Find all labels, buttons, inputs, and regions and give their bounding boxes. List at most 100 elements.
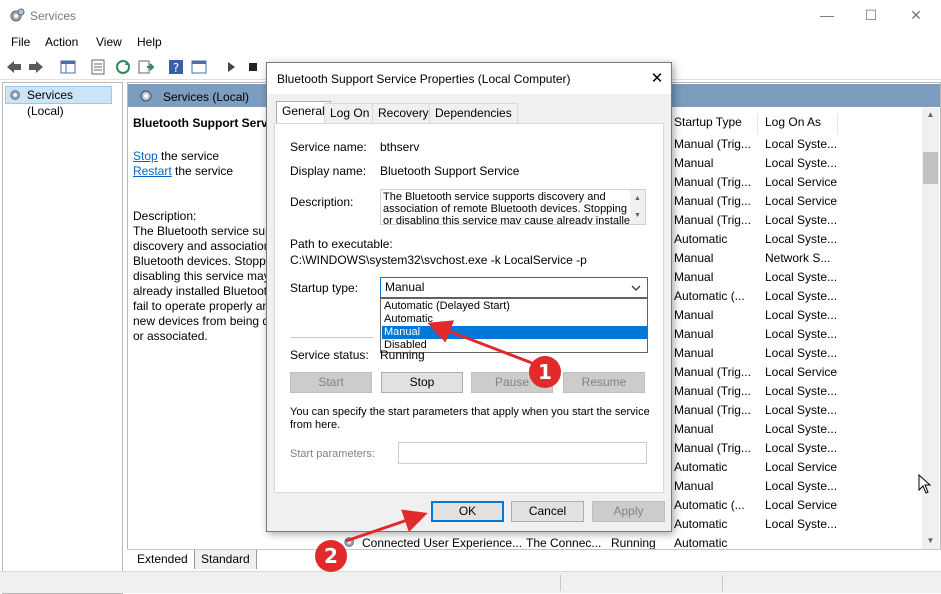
- scroll-down-icon[interactable]: ▼: [924, 536, 937, 548]
- services-gear-icon: [10, 90, 20, 100]
- service-startup-cell: Manual: [674, 270, 714, 284]
- path-value: C:\WINDOWS\system32\svchost.exe -k Local…: [290, 253, 587, 267]
- service-logon-cell: Local Syste...: [765, 346, 838, 360]
- service-logon-cell: Local Syste...: [765, 327, 838, 341]
- service-logon-cell: Local Syste...: [765, 213, 838, 227]
- service-startup-cell: Manual (Trig...: [674, 403, 751, 417]
- restart-service-text: the service: [171, 164, 234, 178]
- separator: [290, 338, 374, 339]
- service-startup-cell: Automatic: [674, 536, 728, 550]
- option-automatic[interactable]: Automatic: [382, 313, 647, 326]
- dialog-title: Bluetooth Support Service Properties (Lo…: [277, 72, 571, 86]
- service-logon-cell: Local Service: [765, 460, 838, 474]
- display-name-label: Display name:: [290, 164, 367, 178]
- stop-service-link[interactable]: Stop: [133, 149, 158, 163]
- description-scrollbar[interactable]: ▲ ▼: [630, 190, 645, 224]
- service-logon-cell: Local Service: [765, 498, 838, 512]
- description-line: Bluetooth devices. Stopp: [133, 254, 266, 268]
- service-startup-cell: Automatic (...: [674, 498, 745, 512]
- option-manual[interactable]: Manual: [382, 326, 647, 339]
- play-icon[interactable]: [222, 58, 240, 76]
- cancel-button[interactable]: Cancel: [511, 501, 584, 522]
- column-header-log-on-as[interactable]: Log On As: [760, 114, 838, 134]
- description-textbox[interactable]: The Bluetooth service supports discovery…: [380, 189, 646, 225]
- forward-arrow-icon[interactable]: [27, 58, 45, 76]
- dialog-close-button[interactable]: ✕: [647, 69, 667, 89]
- console-tree-icon[interactable]: [59, 58, 77, 76]
- maximize-button[interactable]: ☐: [858, 4, 884, 26]
- start-params-hint: You can specify the start parameters tha…: [290, 406, 650, 418]
- menu-view[interactable]: View: [96, 35, 122, 49]
- console-icon[interactable]: [190, 58, 208, 76]
- start-button[interactable]: Start: [290, 372, 372, 393]
- description-label: Description:: [133, 209, 197, 223]
- close-window-button[interactable]: ✕: [903, 4, 929, 26]
- service-startup-cell: Manual: [674, 327, 714, 341]
- tab-general[interactable]: General: [276, 101, 331, 124]
- refresh-icon[interactable]: [114, 58, 132, 76]
- resume-button[interactable]: Resume: [563, 372, 645, 393]
- service-name-cell[interactable]: Connected User Experience...: [362, 536, 522, 550]
- tree-item-label: Services (Local): [27, 88, 74, 118]
- startup-type-select[interactable]: Manual: [380, 277, 648, 298]
- properties-icon[interactable]: [89, 58, 107, 76]
- description-label: Description:: [290, 195, 354, 209]
- option-automatic-delayed[interactable]: Automatic (Delayed Start): [382, 300, 647, 313]
- menu-file[interactable]: File: [11, 35, 30, 49]
- apply-button[interactable]: Apply: [592, 501, 665, 522]
- back-arrow-icon[interactable]: [5, 58, 23, 76]
- service-name-value: bthserv: [380, 140, 420, 154]
- service-startup-cell: Automatic: [674, 517, 728, 531]
- tab-standard[interactable]: Standard: [195, 550, 257, 569]
- start-params-input[interactable]: [398, 442, 647, 464]
- tree-item-services-local[interactable]: Services (Local): [5, 86, 112, 118]
- minimize-button[interactable]: —: [814, 4, 840, 26]
- tab-dependencies[interactable]: Dependencies: [429, 103, 518, 123]
- tab-recovery[interactable]: Recovery: [372, 103, 435, 123]
- selected-service-title: Bluetooth Support Servi: [133, 116, 271, 130]
- restart-service-link[interactable]: Restart: [133, 164, 172, 178]
- service-logon-cell: Local Syste...: [765, 308, 838, 322]
- stop-icon[interactable]: [244, 58, 262, 76]
- description-text-line: The Bluetooth service supports discovery…: [383, 191, 606, 203]
- stop-service-text: the service: [157, 149, 220, 163]
- service-logon-cell: Local Service: [765, 175, 838, 189]
- description-text-line: association of remote Bluetooth devices.…: [383, 203, 627, 215]
- service-startup-cell: Manual: [674, 156, 714, 170]
- service-startup-cell: Manual (Trig...: [674, 365, 751, 379]
- menu-action[interactable]: Action: [45, 35, 78, 49]
- chevron-down-icon: [631, 285, 641, 291]
- scrollbar-thumb[interactable]: [923, 152, 938, 184]
- export-list-icon[interactable]: [137, 58, 155, 76]
- service-status-cell: Running: [611, 536, 656, 550]
- column-header-startup-type[interactable]: Startup Type: [670, 114, 758, 134]
- tab-log-on[interactable]: Log On: [324, 103, 376, 123]
- description-line: or associated.: [133, 329, 208, 343]
- service-logon-cell: Local Syste...: [765, 156, 838, 170]
- service-logon-cell: Local Syste...: [765, 384, 838, 398]
- restart-service-line: Restart the service: [133, 164, 233, 179]
- service-startup-cell: Automatic: [674, 460, 728, 474]
- description-line: fail to operate properly an: [133, 299, 270, 313]
- startup-type-label: Startup type:: [290, 281, 359, 295]
- window-title: Services: [30, 9, 77, 23]
- services-gear-icon: [344, 537, 354, 547]
- service-startup-cell: Manual (Trig...: [674, 441, 751, 455]
- stop-service-line: Stop the service: [133, 149, 219, 164]
- start-params-label: Start parameters:: [290, 448, 375, 460]
- service-logon-cell: Local Syste...: [765, 479, 838, 493]
- ok-button[interactable]: OK: [431, 501, 504, 522]
- stop-button[interactable]: Stop: [381, 372, 463, 393]
- help-icon[interactable]: ?: [167, 58, 185, 76]
- title-bar: Services — ☐ ✕: [0, 0, 941, 31]
- tab-extended[interactable]: Extended: [131, 550, 195, 569]
- menu-help[interactable]: Help: [137, 35, 162, 49]
- display-name-value: Bluetooth Support Service: [380, 164, 520, 178]
- start-params-hint: from here.: [290, 419, 341, 431]
- scroll-up-icon[interactable]: ▲: [924, 110, 937, 122]
- status-divider: [722, 575, 723, 591]
- dialog-title-bar: Bluetooth Support Service Properties (Lo…: [267, 63, 671, 94]
- svg-text:?: ?: [173, 61, 179, 75]
- services-gear-icon: [10, 8, 25, 22]
- service-logon-cell: Local Syste...: [765, 289, 838, 303]
